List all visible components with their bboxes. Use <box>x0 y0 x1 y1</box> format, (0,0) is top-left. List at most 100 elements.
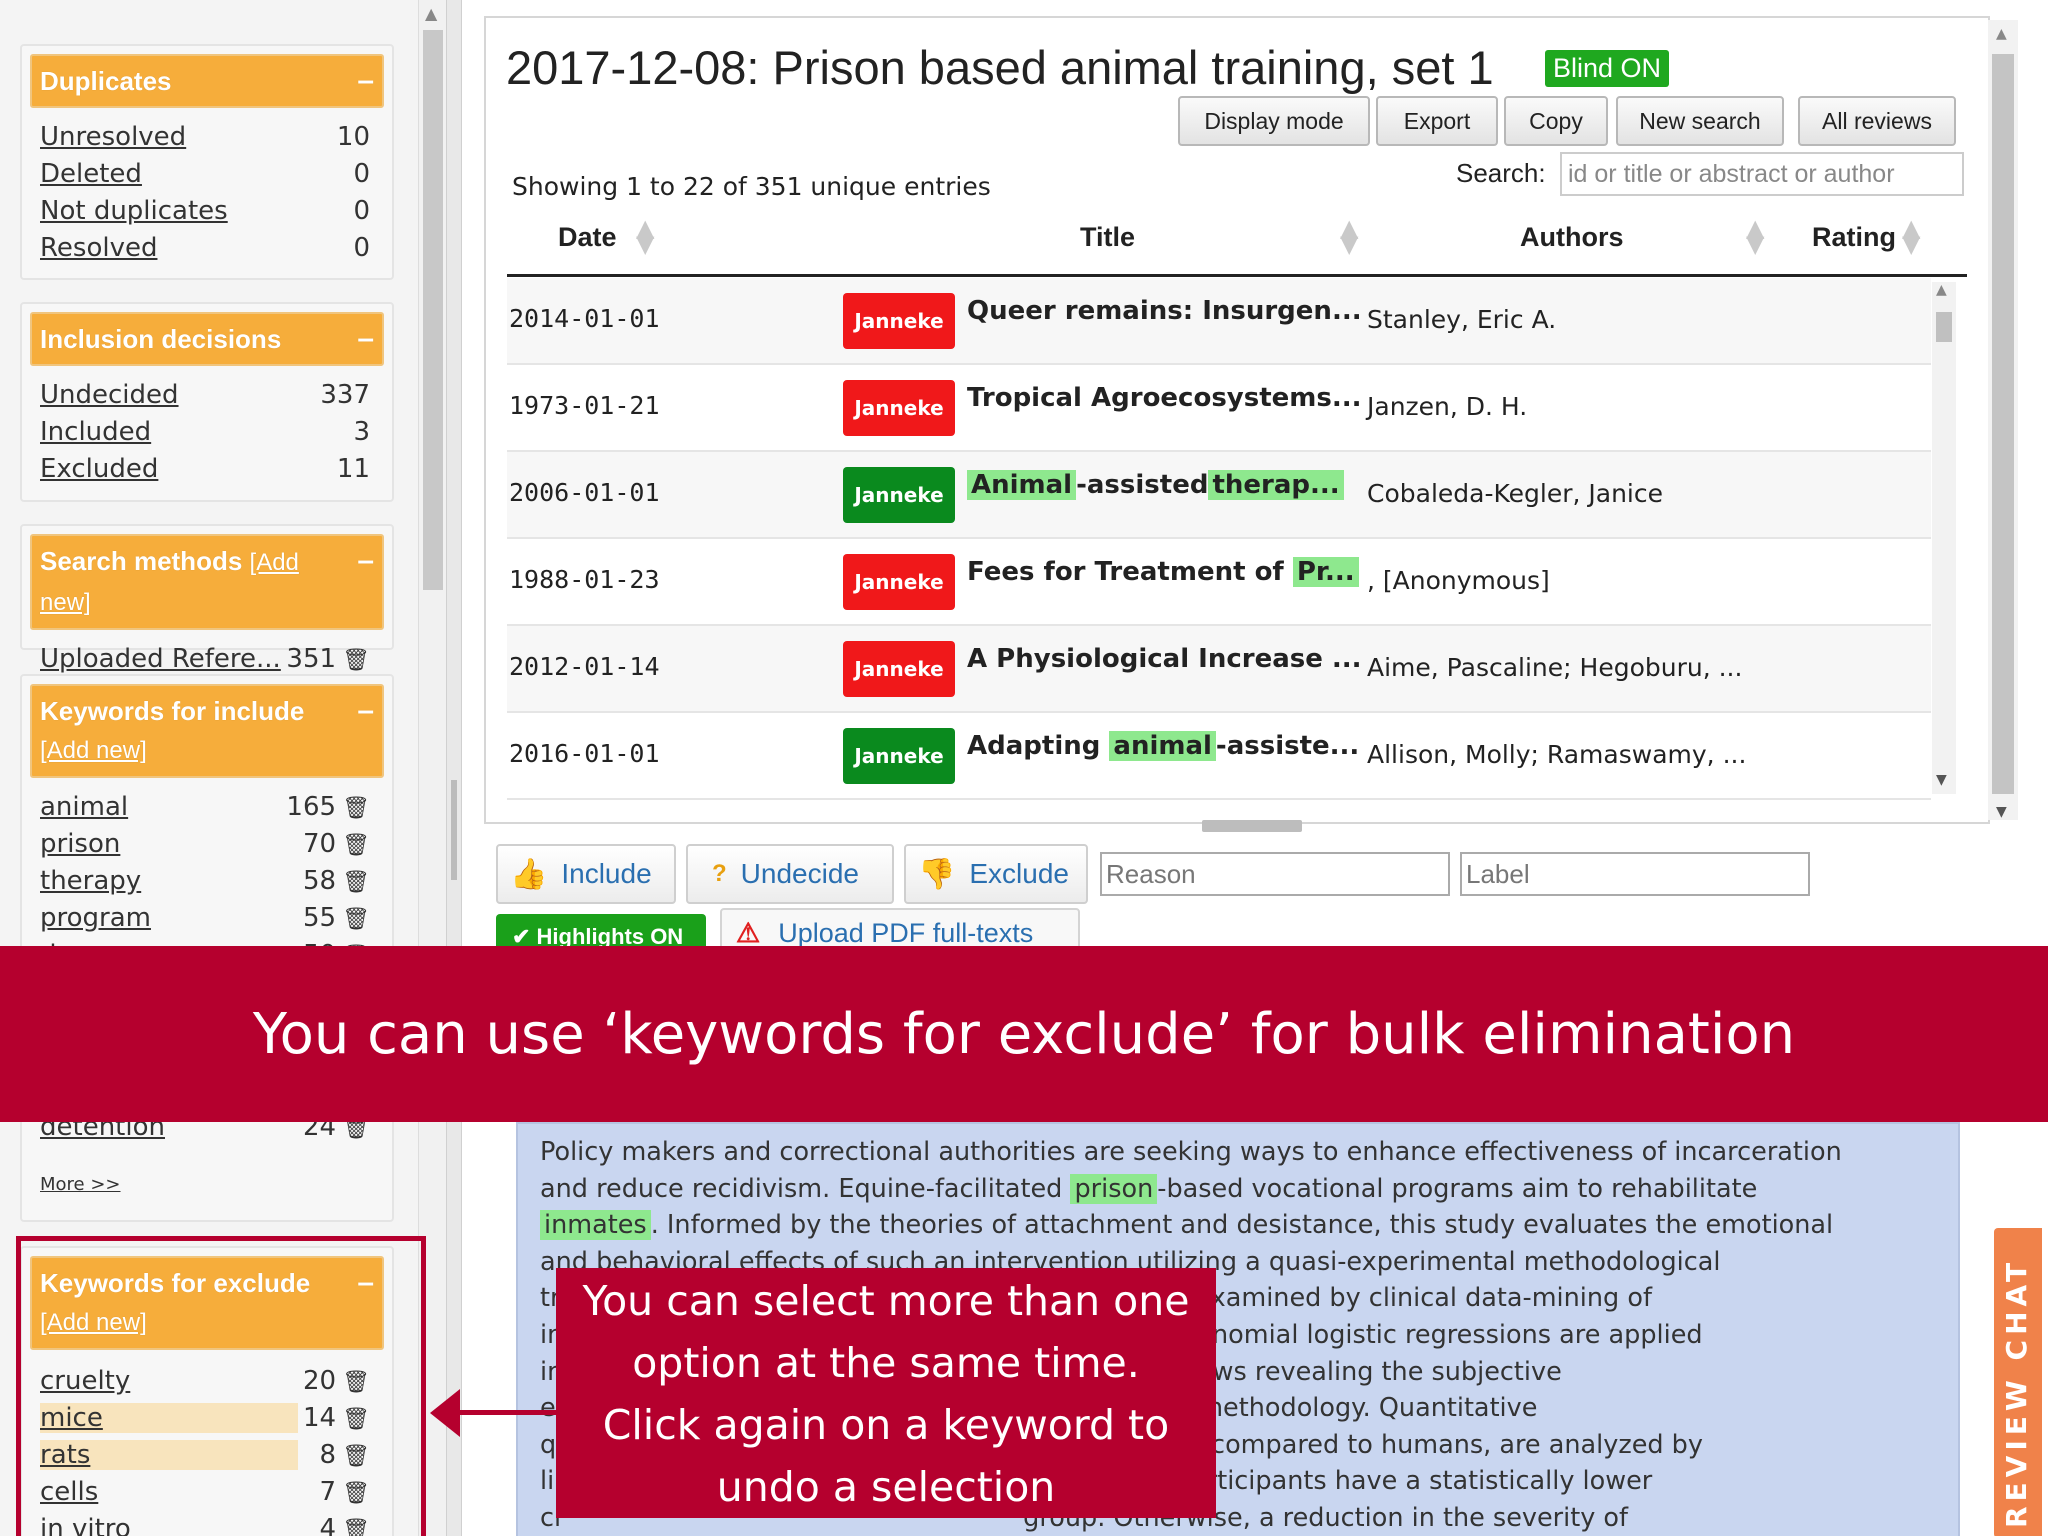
trash-icon[interactable]: 🗑 <box>342 870 370 895</box>
table-row[interactable]: 2006-01-01 Janneke Animal -assisted therap..… <box>507 452 1931 539</box>
pane-divider[interactable] <box>446 0 462 1536</box>
keyword-label[interactable]: animal <box>40 792 128 822</box>
scroll-up-icon[interactable]: ▲ <box>425 4 437 23</box>
reviewer-badge[interactable]: Janneke <box>843 380 955 436</box>
filter-label[interactable]: Included <box>40 417 151 447</box>
scroll-thumb[interactable] <box>1992 54 2014 794</box>
exclude-button[interactable]: 👎 Exclude <box>904 844 1088 904</box>
sort-icon[interactable]: ▲ ▼ <box>1902 216 1920 256</box>
scroll-down-icon[interactable]: ▼ <box>1996 804 2007 820</box>
table-row[interactable]: 2016-01-01 Janneke Adapting animal -assiste… <box>507 713 1931 800</box>
title-text: A Physiological Increase ... <box>967 644 1362 674</box>
collapse-icon[interactable]: – <box>357 62 374 100</box>
row-authors: , [Anonymous] <box>1367 566 1550 595</box>
filter-row[interactable]: Resolved 0 <box>40 231 370 268</box>
copy-button[interactable]: Copy <box>1504 96 1608 146</box>
all-reviews-button[interactable]: All reviews <box>1798 96 1956 146</box>
filter-row[interactable]: Included 3 <box>40 415 370 452</box>
trash-icon[interactable]: 🗑 <box>342 796 370 821</box>
search-input[interactable] <box>1560 152 1964 196</box>
keyword-label[interactable]: therapy <box>40 866 141 896</box>
add-include-keyword-link[interactable]: [Add new] <box>40 737 147 764</box>
trash-icon[interactable]: 🗑 <box>342 907 370 932</box>
column-header-date[interactable]: Date <box>558 222 617 253</box>
collapse-icon[interactable]: – <box>357 542 374 580</box>
row-title[interactable]: Queer remains: Insurgen... <box>967 296 1362 326</box>
label-input[interactable] <box>1460 852 1810 896</box>
filter-label[interactable]: Not duplicates <box>40 196 228 226</box>
filter-row[interactable]: Deleted 0 <box>40 157 370 194</box>
trash-icon[interactable]: 🗑 <box>342 833 370 858</box>
reason-input[interactable] <box>1100 852 1450 896</box>
reviewer-badge[interactable]: Janneke <box>843 728 955 784</box>
column-header-authors[interactable]: Authors <box>1520 222 1624 253</box>
table-row[interactable]: 2014-01-01 Janneke Queer remains: Insurgen… <box>507 278 1931 365</box>
table-row[interactable]: 1988-01-23 Janneke Fees for Treatment of P… <box>507 539 1931 626</box>
sort-icon[interactable]: ▲ ▼ <box>636 216 654 256</box>
filter-row[interactable]: Unresolved 10 <box>40 120 370 157</box>
sort-icon[interactable]: ▲ ▼ <box>1746 216 1764 256</box>
filter-row[interactable]: Excluded 11 <box>40 452 370 489</box>
duplicates-title: Duplicates <box>40 66 172 96</box>
row-date: 1988-01-23 <box>509 565 660 594</box>
filter-label[interactable]: Unresolved <box>40 122 186 152</box>
row-title[interactable]: A Physiological Increase ... <box>967 644 1362 674</box>
display-mode-button[interactable]: Display mode <box>1178 96 1370 146</box>
keyword-label[interactable]: program <box>40 903 151 933</box>
filter-label[interactable]: Undecided <box>40 380 179 410</box>
keyword-row[interactable]: therapy 58 🗑 <box>40 864 370 901</box>
keyword-label[interactable]: prison <box>40 829 120 859</box>
filter-row[interactable]: Not duplicates 0 <box>40 194 370 231</box>
row-title[interactable]: Tropical Agroecosystems... <box>967 383 1362 413</box>
search-methods-header[interactable]: Search methods [Add new] – <box>30 534 384 630</box>
row-title[interactable]: Adapting animal -assiste... <box>967 731 1359 761</box>
trash-icon[interactable]: 🗑 <box>342 648 370 673</box>
collapse-icon[interactable]: – <box>357 692 374 730</box>
review-chat-tab[interactable]: REVIEW CHAT <box>1994 1228 2042 1536</box>
reviewer-badge[interactable]: Janneke <box>843 293 955 349</box>
filter-label[interactable]: Deleted <box>40 159 142 189</box>
row-authors: Janzen, D. H. <box>1367 392 1528 421</box>
pane-resize-handle[interactable] <box>1202 820 1302 832</box>
keywords-include-header[interactable]: Keywords for include [Add new] – <box>30 684 384 778</box>
row-title[interactable]: Animal -assisted therap... <box>967 470 1344 500</box>
keyword-label[interactable]: Uploaded Refere... <box>40 644 281 674</box>
abstract-fragment: -based vocational programs aim to rehabi… <box>1157 1173 1758 1204</box>
divider-grip[interactable] <box>451 780 457 880</box>
export-button[interactable]: Export <box>1376 96 1498 146</box>
sort-icon[interactable]: ▲ ▼ <box>1340 216 1358 256</box>
filter-label[interactable]: Excluded <box>40 454 158 484</box>
table-scrollbar[interactable]: ▲ ▼ <box>1932 282 1956 794</box>
reviewer-badge[interactable]: Janneke <box>843 554 955 610</box>
frame-scrollbar[interactable]: ▲ ▼ <box>1988 20 2018 820</box>
collapse-icon[interactable]: – <box>357 320 374 358</box>
keyword-row[interactable]: program 55 🗑 <box>40 901 370 938</box>
column-header-rating[interactable]: Rating <box>1812 222 1896 253</box>
reviewer-badge[interactable]: Janneke <box>843 641 955 697</box>
new-search-button[interactable]: New search <box>1616 96 1784 146</box>
abstract-line: inmates. Informed by the theories of att… <box>540 1207 1940 1244</box>
column-header-title[interactable]: Title <box>1080 222 1135 253</box>
table-row[interactable]: 2012-01-14 Janneke A Physiological Increas… <box>507 626 1931 713</box>
scroll-up-icon[interactable]: ▲ <box>1996 26 2007 42</box>
filter-label[interactable]: Resolved <box>40 233 157 263</box>
undecide-button[interactable]: ? Undecide <box>686 844 894 904</box>
more-keywords-link[interactable]: More >> <box>40 1174 121 1195</box>
row-date: 2016-01-01 <box>509 739 660 768</box>
abstract-fragment: participants have a statistically lower <box>1166 1466 1653 1497</box>
duplicates-header[interactable]: Duplicates – <box>30 54 384 108</box>
include-button[interactable]: 👍 Include <box>496 844 676 904</box>
scroll-down-icon[interactable]: ▼ <box>1936 772 1947 788</box>
filter-row[interactable]: Undecided 337 <box>40 378 370 415</box>
inclusion-header[interactable]: Inclusion decisions – <box>30 312 384 366</box>
keyword-row[interactable]: prison 70 🗑 <box>40 827 370 864</box>
scroll-thumb[interactable] <box>1936 312 1952 342</box>
scroll-up-icon[interactable]: ▲ <box>1936 282 1947 298</box>
keyword-row[interactable]: animal 165 🗑 <box>40 790 370 827</box>
reviewer-badge[interactable]: Janneke <box>843 467 955 523</box>
scroll-thumb[interactable] <box>423 30 443 590</box>
row-title[interactable]: Fees for Treatment of Pr... <box>967 557 1359 587</box>
blind-mode-badge[interactable]: Blind ON <box>1545 50 1670 87</box>
filter-count: 10 <box>336 122 370 152</box>
table-row[interactable]: 1973-01-21 Janneke Tropical Agroecosystems… <box>507 365 1931 452</box>
